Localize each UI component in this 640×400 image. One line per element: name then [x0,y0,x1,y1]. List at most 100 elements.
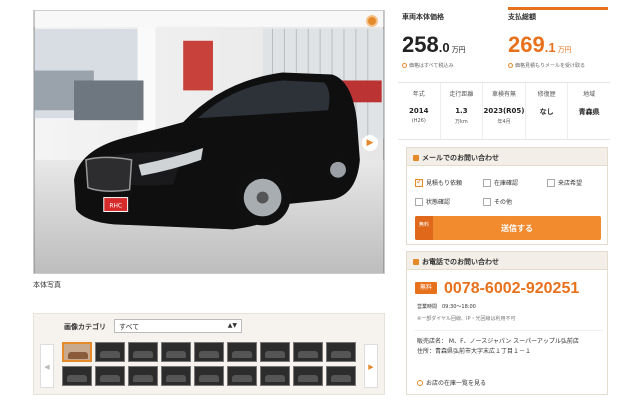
checkbox-label: 見積もり依頼 [426,180,463,187]
divider [415,330,603,331]
base-price-note-text: 価格はすべて税込み [409,63,454,69]
inquiry-checkbox[interactable]: 状態確認 [415,197,483,206]
spec-sub: 年4月 [497,119,511,125]
zoom-icon[interactable] [366,15,378,27]
gallery-thumbnail[interactable] [62,366,92,386]
total-price-accent [508,7,608,10]
base-price: 車両本体価格 258.0 万円 価格はすべて税込み [402,12,466,69]
spec-value: 2014 [409,107,429,115]
stock-list-link[interactable]: お店の在庫一覧を見る [417,378,486,387]
checkbox-label: 状態確認 [426,199,451,206]
base-price-dec: .0 [438,40,450,55]
total-price: 支払総額 269.1 万円 価格見積もりメールを受け取る [508,12,585,69]
mail-icon [413,155,419,161]
price-mail-link-text: 価格見積もりメールを受け取る [515,63,586,69]
gallery-thumbnail[interactable] [95,366,125,386]
spec-value: 青森県 [578,108,600,116]
spec-value: 2023(R05) [483,107,525,115]
link-arrow-icon [417,380,423,386]
photo-next-icon[interactable]: ▶ [362,135,378,151]
select-arrow-icon: ▲▼ [227,322,237,329]
spec-head: 地域 [583,91,596,98]
spec-head: 修復歴 [537,91,556,98]
phone-note: ※一部ダイヤル回線、IP・光回線は利用不可 [417,316,516,322]
phone-number[interactable]: 0078-6002-920251 [444,280,579,298]
image-gallery: 画像カテゴリ すべて ▲▼ ◀ ▶ [33,313,385,395]
gallery-thumbnail[interactable] [293,366,323,386]
inquiry-checkbox[interactable]: 見積もり依頼 [415,177,483,187]
spec-item: 車検有無 2023(R05) 年4月 [483,83,526,139]
mail-inquiry-header: メールでのお問い合わせ [407,148,607,166]
total-price-label: 支払総額 [508,13,536,21]
photo-caption: 本体写真 [33,281,61,289]
total-price-int: 269 [508,32,545,57]
checkbox-icon[interactable] [415,177,423,187]
checkbox-icon[interactable] [483,178,491,187]
gallery-thumbnail[interactable] [227,366,257,386]
base-price-value: 258.0 万円 [402,32,466,58]
tel-free-badge: 無料 [415,282,437,294]
spec-item: 地域 青森県 [568,83,610,139]
mail-inquiry-title: メールでのお問い合わせ [422,154,499,162]
gallery-thumbnail[interactable] [62,342,92,362]
gallery-thumbnail[interactable] [260,366,290,386]
gallery-prev-icon[interactable]: ◀ [40,344,54,388]
checkbox-icon[interactable] [415,197,423,206]
price-mail-link[interactable]: 価格見積もりメールを受け取る [508,62,585,69]
spec-value: なし [539,108,554,116]
gallery-thumbnail[interactable] [293,342,323,362]
gallery-thumbnail[interactable] [194,366,224,386]
total-price-dec: .1 [544,40,556,55]
checkbox-icon[interactable] [483,197,491,206]
base-price-unit: 万円 [451,47,466,54]
checkbox-label: その他 [494,199,513,206]
category-select-value: すべて [119,323,140,331]
spec-table: 年式 2014 (H26) 走行距離 1.3 万km 車検有無 2023(R05) 年4月 修復歴… [398,82,610,140]
phone-icon [413,259,419,265]
send-button[interactable]: 無料 送信する [415,216,601,240]
shop-address: 住所：青森県弘前市大字末広１丁目１－１ [417,348,532,355]
phone-inquiry-box: お電話でのお問い合わせ 無料 0078-6002-920251 営業時間 09:… [406,251,608,395]
gallery-thumbnail[interactable] [161,366,191,386]
spec-sub: 万km [455,119,468,125]
free-badge: 無料 [415,216,433,240]
checkbox-label: 来店希望 [558,180,583,187]
gallery-thumbnail[interactable] [260,342,290,362]
spec-head: 年式 [412,91,425,98]
inquiry-checkbox[interactable]: その他 [483,197,547,206]
spec-head: 車検有無 [491,91,516,98]
base-price-note: 価格はすべて税込み [402,62,466,69]
shop-name: 販売店名： M、F、ノースジャパン スーパーアップル弘前店 [417,338,579,345]
gallery-thumbnail[interactable] [194,342,224,362]
spec-item: 走行距離 1.3 万km [441,83,484,139]
spec-head: 走行距離 [449,91,474,98]
mail-inquiry-box: メールでのお問い合わせ 見積もり依頼 在庫確認 来店希望状態確認 その他 無料 送信す… [406,147,608,245]
checkbox-icon[interactable] [547,178,555,187]
spec-item: 修復歴 なし [526,83,569,139]
inquiry-checkbox[interactable]: 来店希望 [547,178,605,187]
listing-page: RHC ▶ 本体写真 画像カテゴリ すべて ▲▼ ◀ ▶ 車両本体価格 258.… [0,0,640,400]
inquiry-checkbox[interactable]: 在庫確認 [483,178,547,187]
gallery-thumbnail[interactable] [128,342,158,362]
category-select[interactable]: すべて ▲▼ [114,319,242,333]
gallery-thumbnail[interactable] [326,366,356,386]
gallery-next-icon[interactable]: ▶ [364,344,378,388]
gallery-thumbnail[interactable] [227,342,257,362]
phone-inquiry-header: お電話でのお問い合わせ [407,252,607,270]
main-photo[interactable]: RHC ▶ [33,10,385,274]
thumbnail-grid [62,342,360,386]
base-price-int: 258 [402,32,439,57]
info-icon [402,63,407,68]
gallery-thumbnail[interactable] [161,342,191,362]
car-photo-image: RHC [34,11,384,273]
mail-info-icon [508,63,513,68]
gallery-thumbnail[interactable] [128,366,158,386]
total-price-unit: 万円 [557,47,572,54]
gallery-thumbnail[interactable] [326,342,356,362]
category-label: 画像カテゴリ [64,323,106,331]
spec-value: 1.3 [455,107,468,115]
stock-list-link-text: お店の在庫一覧を見る [426,380,487,387]
spec-item: 年式 2014 (H26) [398,83,441,139]
gallery-thumbnail[interactable] [95,342,125,362]
phone-inquiry-title: お電話でのお問い合わせ [422,258,499,266]
